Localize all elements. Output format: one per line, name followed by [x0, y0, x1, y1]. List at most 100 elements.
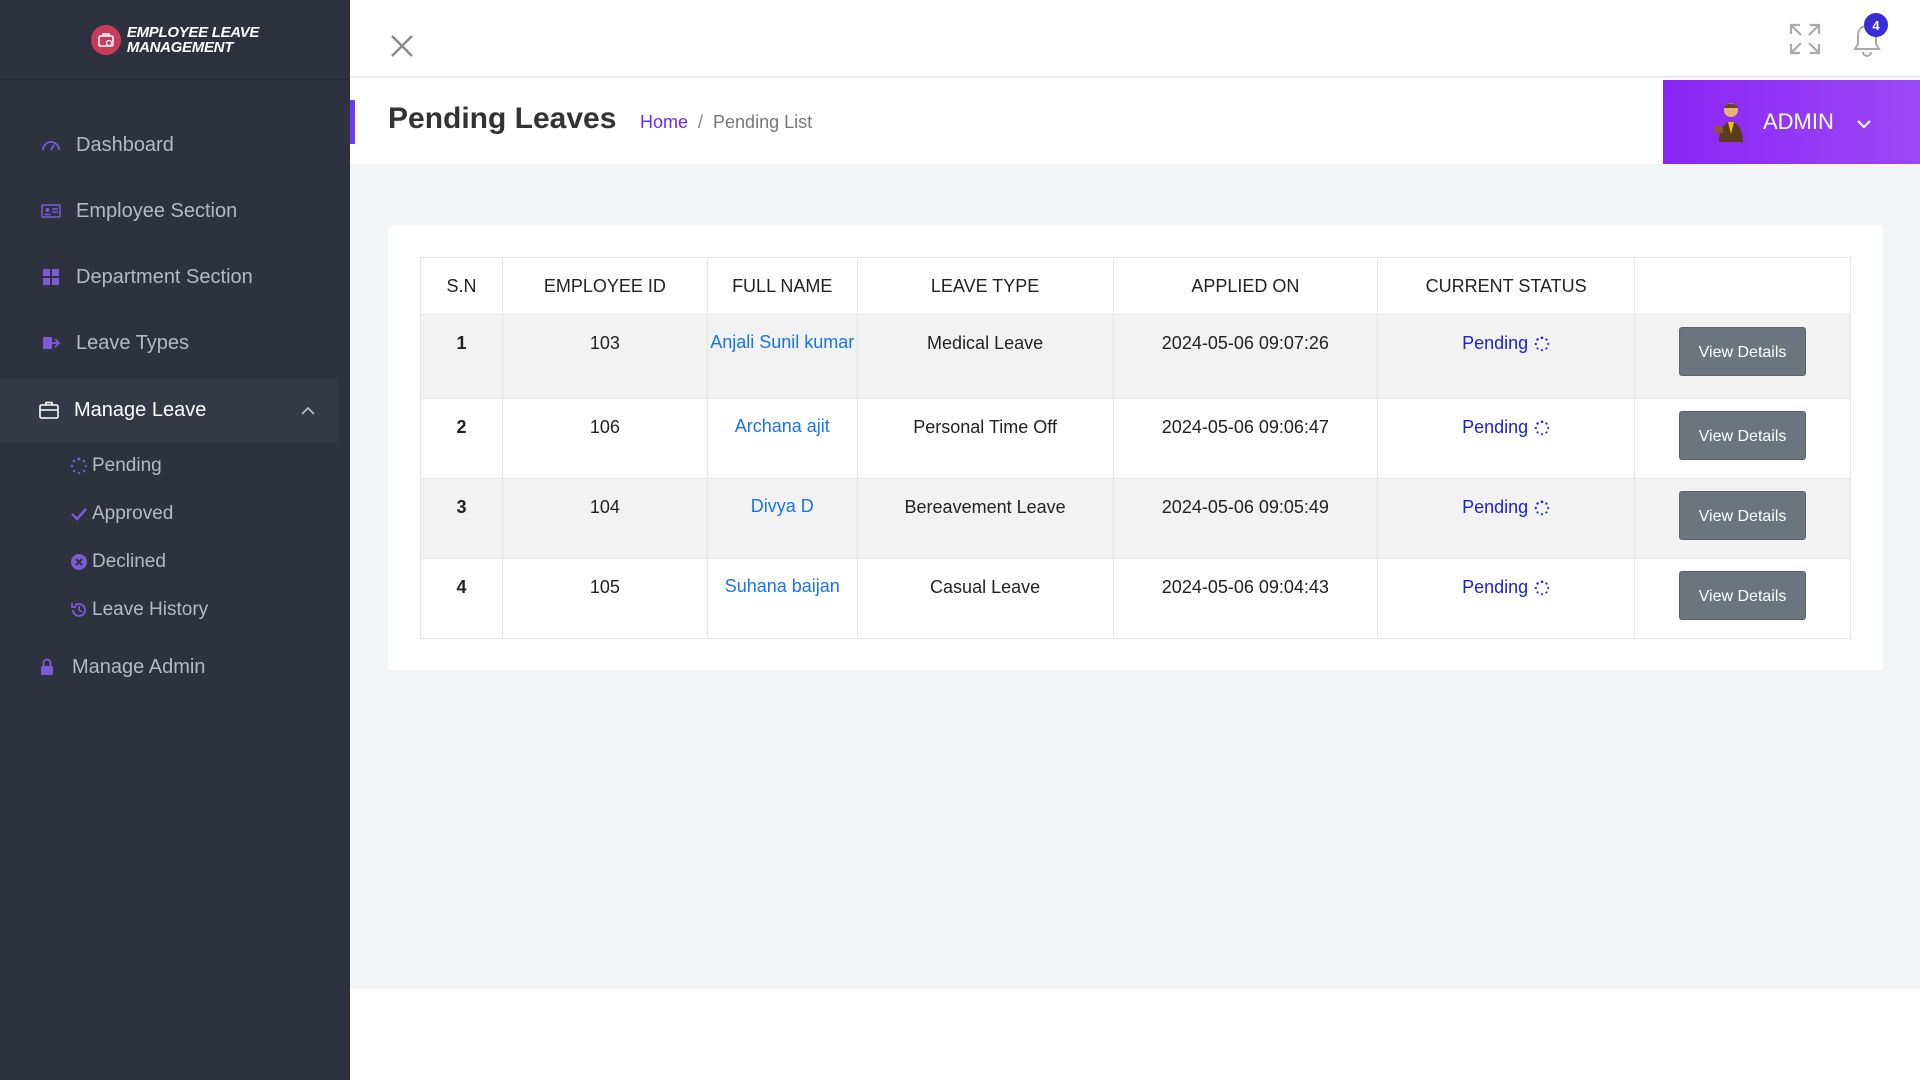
status-badge: Pending: [1462, 577, 1550, 598]
check-icon: [70, 505, 88, 523]
brand-line-2: Management: [126, 38, 234, 56]
submenu-item-declined[interactable]: Declined: [70, 538, 350, 586]
cell-employee-id: 106: [501, 398, 708, 479]
cell-leave-type: Casual Leave: [856, 558, 1114, 639]
fullscreen-icon[interactable]: [1788, 22, 1822, 56]
cell-status: Pending: [1377, 558, 1636, 639]
brand[interactable]: Employee Leave Management: [0, 0, 350, 80]
main-content: S.N EMPLOYEE ID FULL NAME LEAVE TYPE APP…: [350, 164, 1920, 989]
breadcrumb-home-link[interactable]: Home: [640, 112, 688, 133]
sidebar-item-label: Manage Admin: [72, 655, 206, 678]
cell-applied-on: 2024-05-06 09:06:47: [1112, 398, 1379, 479]
cell-leave-type: Personal Time Off: [856, 398, 1114, 479]
employee-name-link[interactable]: Archana ajit: [706, 398, 858, 479]
submenu-item-label: Leave History: [92, 599, 209, 620]
employee-name-link[interactable]: Divya D: [706, 478, 858, 559]
pending-leaves-table: S.N EMPLOYEE ID FULL NAME LEAVE TYPE APP…: [420, 257, 1851, 639]
cell-leave-type: Bereavement Leave: [856, 478, 1114, 559]
sidebar-item-manage-leave[interactable]: Manage Leave: [0, 378, 338, 442]
submenu-item-approved[interactable]: Approved: [70, 490, 350, 538]
cell-leave-type: Medical Leave: [856, 314, 1114, 399]
sign-out-icon: [40, 332, 62, 354]
cell-action: View Details: [1634, 314, 1851, 399]
table-row: 3 104 Divya D Bereavement Leave 2024-05-…: [420, 478, 1851, 559]
cell-status: Pending: [1377, 314, 1636, 399]
employee-name-link[interactable]: Anjali Sunil kumar: [706, 314, 858, 399]
employee-name-link[interactable]: Suhana baijan: [706, 558, 858, 639]
sidebar-item-label: Leave Types: [76, 331, 190, 354]
history-icon: [70, 601, 88, 619]
spinner-icon: [1534, 419, 1550, 435]
lock-icon: [36, 656, 58, 678]
cell-applied-on: 2024-05-06 09:05:49: [1112, 478, 1379, 559]
sidebar-item-employee-section[interactable]: Employee Section: [0, 178, 350, 244]
cell-action: View Details: [1634, 558, 1851, 639]
cell-employee-id: 105: [501, 558, 708, 639]
status-badge: Pending: [1462, 497, 1550, 518]
spinner-icon: [1534, 335, 1550, 351]
column-header-employee-id: EMPLOYEE ID: [501, 257, 708, 315]
view-details-button[interactable]: View Details: [1679, 491, 1807, 540]
view-details-button[interactable]: View Details: [1679, 571, 1807, 620]
sidebar-item-label: Manage Leave: [74, 398, 207, 421]
admin-menu-button[interactable]: ADMIN: [1663, 80, 1920, 164]
sidebar-item-label: Employee Section: [76, 199, 238, 222]
breadcrumb-separator: /: [698, 112, 704, 132]
column-header-applied-on: APPLIED ON: [1112, 257, 1379, 315]
column-header-action: [1634, 257, 1851, 315]
breadcrumb-current: Pending List: [713, 112, 813, 132]
sidebar-item-department-section[interactable]: Department Section: [0, 244, 350, 310]
view-details-button[interactable]: View Details: [1679, 327, 1807, 376]
submenu-item-label: Pending: [92, 455, 162, 476]
table-row: 1 103 Anjali Sunil kumar Medical Leave 2…: [420, 314, 1851, 399]
sidebar-item-label: Dashboard: [76, 133, 174, 156]
cell-action: View Details: [1634, 478, 1851, 559]
submenu-item-pending[interactable]: Pending: [70, 442, 350, 490]
grid-icon: [40, 266, 62, 288]
close-icon[interactable]: [388, 32, 416, 60]
sidebar-item-label: Department Section: [76, 265, 253, 288]
submenu-item-label: Approved: [92, 503, 174, 524]
sidebar-item-dashboard[interactable]: Dashboard: [0, 112, 350, 178]
status-text: Pending: [1462, 497, 1529, 517]
footer-area: [350, 989, 1920, 1080]
header-accent-bar: [350, 100, 355, 144]
status-badge: Pending: [1462, 417, 1550, 438]
status-text: Pending: [1462, 333, 1529, 353]
cell-applied-on: 2024-05-06 09:07:26: [1112, 314, 1379, 399]
status-badge: Pending: [1462, 333, 1550, 354]
topbar: 4: [350, 0, 1920, 78]
column-header-sn: S.N: [420, 257, 503, 315]
table-header-row: S.N EMPLOYEE ID FULL NAME LEAVE TYPE APP…: [420, 257, 1851, 315]
briefcase-icon: [90, 24, 121, 55]
brand-title: Employee Leave Management: [126, 25, 260, 56]
cell-sn: 2: [420, 398, 503, 479]
sidebar-item-leave-types[interactable]: Leave Types: [0, 310, 350, 376]
view-details-button[interactable]: View Details: [1679, 411, 1807, 460]
status-text: Pending: [1462, 417, 1529, 437]
cell-employee-id: 103: [501, 314, 708, 399]
sidebar: Employee Leave Management Dashboard Empl…: [0, 0, 350, 1080]
cell-status: Pending: [1377, 398, 1636, 479]
pending-leaves-card: S.N EMPLOYEE ID FULL NAME LEAVE TYPE APP…: [388, 225, 1883, 670]
spinner-icon: [70, 457, 88, 475]
sidebar-item-manage-admin[interactable]: Manage Admin: [0, 634, 350, 700]
cell-sn: 4: [420, 558, 503, 639]
times-circle-icon: [70, 553, 88, 571]
manage-leave-submenu: Pending Approved Declined Leave History: [0, 442, 350, 634]
cell-applied-on: 2024-05-06 09:04:43: [1112, 558, 1379, 639]
cell-action: View Details: [1634, 398, 1851, 479]
admin-avatar: [1713, 100, 1749, 144]
admin-label: ADMIN: [1763, 109, 1834, 134]
spinner-icon: [1534, 499, 1550, 515]
submenu-item-leave-history[interactable]: Leave History: [70, 586, 350, 634]
page-title: Pending Leaves: [388, 102, 617, 135]
sidebar-nav: Dashboard Employee Section Department Se…: [0, 112, 350, 700]
status-text: Pending: [1462, 577, 1529, 597]
spinner-icon: [1534, 579, 1550, 595]
table-row: 2 106 Archana ajit Personal Time Off 202…: [420, 398, 1851, 479]
briefcase-icon: [38, 399, 60, 421]
cell-sn: 3: [420, 478, 503, 559]
chevron-up-icon[interactable]: [300, 399, 316, 422]
id-card-icon: [40, 200, 62, 222]
